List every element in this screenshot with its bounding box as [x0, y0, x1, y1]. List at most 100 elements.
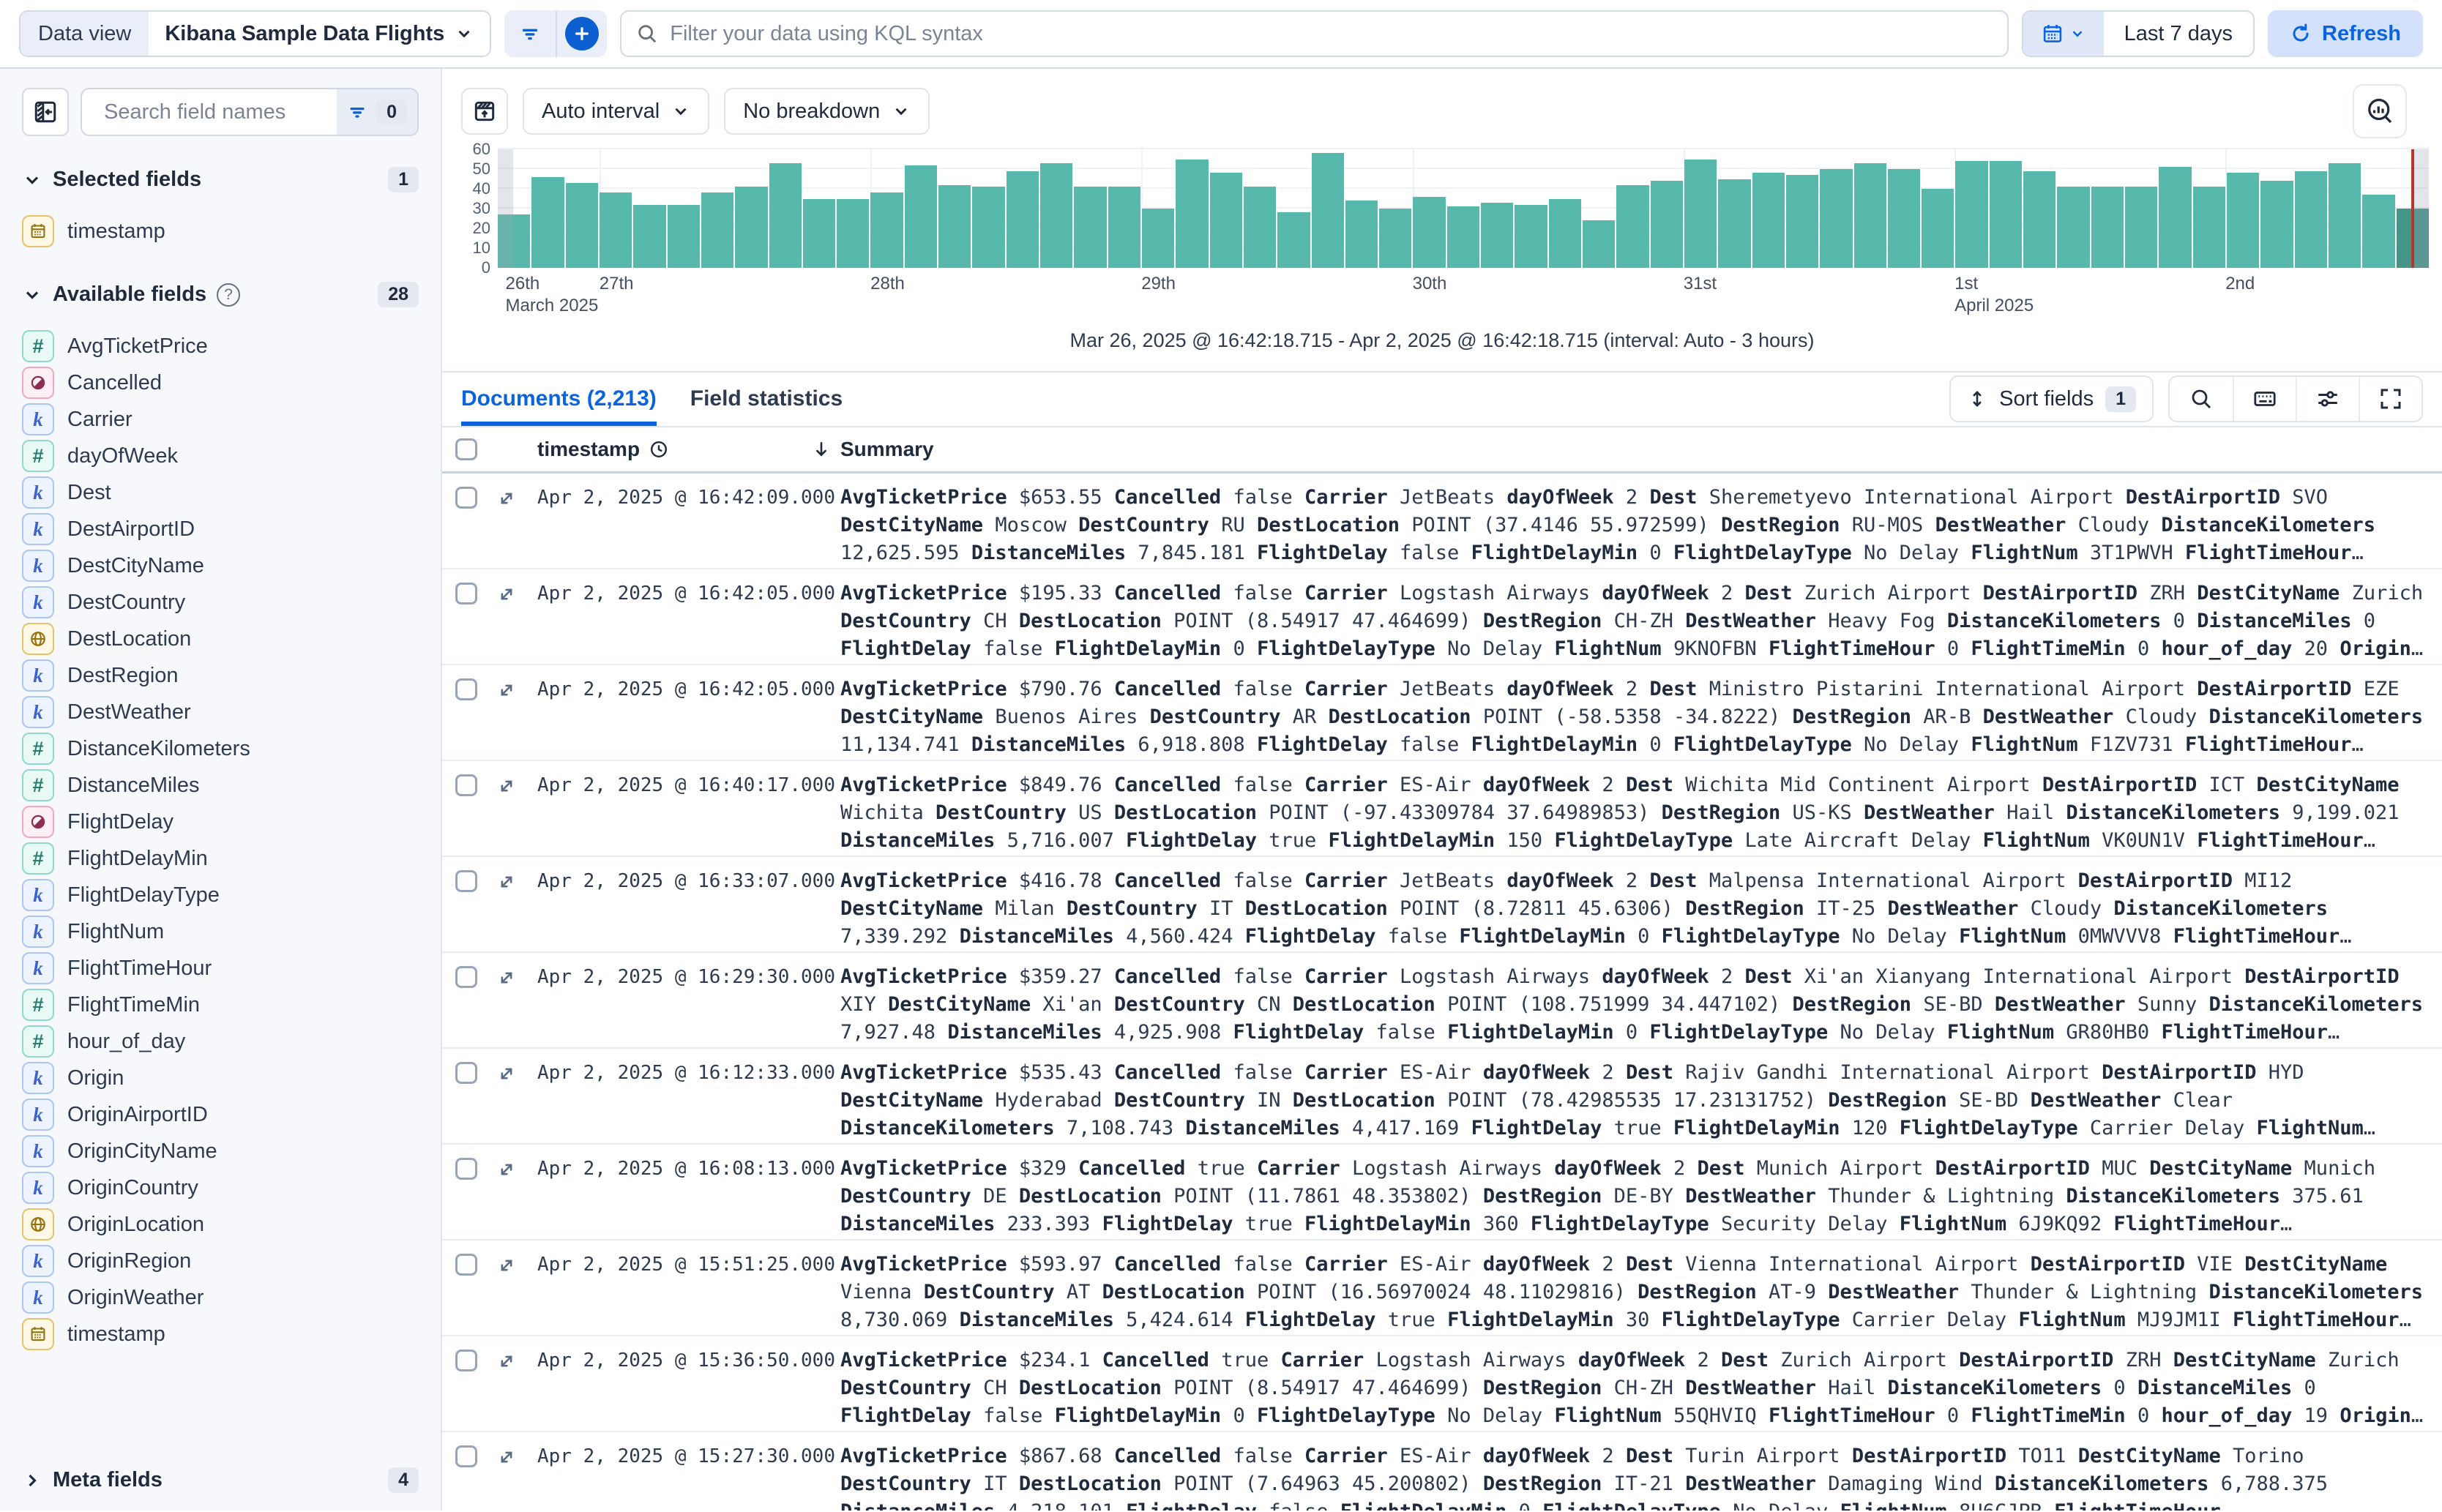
interval-select[interactable]: Auto interval [523, 88, 709, 135]
field-item-OriginWeather[interactable]: kOriginWeather [22, 1279, 419, 1316]
histogram-bar[interactable] [2329, 163, 2361, 268]
histogram-bar[interactable] [1244, 187, 1276, 268]
row-checkbox[interactable] [455, 1350, 477, 1371]
field-item-timestamp[interactable]: timestamp [22, 213, 419, 250]
histogram-bar[interactable] [2227, 173, 2259, 268]
field-item-FlightTimeMin[interactable]: #FlightTimeMin [22, 987, 419, 1023]
field-item-OriginRegion[interactable]: kOriginRegion [22, 1243, 419, 1279]
histogram-bar[interactable] [1210, 173, 1242, 268]
histogram-bar[interactable] [1583, 220, 1615, 268]
histogram-bar[interactable] [2091, 187, 2124, 268]
help-icon[interactable]: ? [217, 283, 240, 307]
field-item-DestWeather[interactable]: kDestWeather [22, 694, 419, 730]
field-item-Dest[interactable]: kDest [22, 474, 419, 511]
row-checkbox[interactable] [455, 1254, 477, 1276]
row-checkbox[interactable] [455, 774, 477, 796]
tab-field-statistics[interactable]: Field statistics [690, 373, 843, 426]
select-all-checkbox[interactable] [455, 438, 477, 460]
histogram-bar[interactable] [2023, 171, 2055, 268]
expand-row-button[interactable] [496, 680, 529, 700]
expand-row-button[interactable] [496, 1255, 529, 1276]
field-item-FlightDelayType[interactable]: kFlightDelayType [22, 877, 419, 913]
timestamp-column-header[interactable]: timestamp [537, 438, 640, 461]
histogram-bar[interactable] [938, 185, 971, 268]
field-item-OriginAirportID[interactable]: kOriginAirportID [22, 1096, 419, 1133]
field-item-DistanceMiles[interactable]: #DistanceMiles [22, 767, 419, 804]
histogram-bar[interactable] [803, 199, 835, 269]
histogram-bar[interactable] [1922, 189, 1954, 268]
row-checkbox[interactable] [455, 1445, 477, 1467]
field-item-DistanceKilometers[interactable]: #DistanceKilometers [22, 730, 419, 767]
expand-row-button[interactable] [496, 1447, 529, 1467]
histogram-bar[interactable] [1447, 206, 1479, 268]
field-search-input[interactable] [104, 100, 337, 124]
refresh-button[interactable]: Refresh [2268, 10, 2423, 57]
histogram-bar[interactable] [1718, 179, 1750, 269]
histogram-bar[interactable] [1820, 169, 1852, 268]
add-filter-button[interactable] [504, 10, 556, 57]
histogram-bar[interactable] [972, 187, 1004, 268]
histogram-bar[interactable] [1515, 205, 1547, 268]
row-checkbox[interactable] [455, 678, 477, 700]
kql-search-input[interactable] [670, 22, 1992, 46]
histogram-bar[interactable] [1007, 171, 1039, 268]
histogram-bar[interactable] [2295, 171, 2327, 268]
expand-row-button[interactable] [496, 1159, 529, 1180]
histogram-bar[interactable] [1616, 185, 1648, 268]
histogram-bar[interactable] [1752, 173, 1785, 268]
date-picker-quick-menu[interactable] [2023, 12, 2104, 56]
expand-row-button[interactable] [496, 968, 529, 988]
data-view-selector[interactable]: Kibana Sample Data Flights [149, 12, 490, 56]
field-item-FlightDelayMin[interactable]: #FlightDelayMin [22, 840, 419, 877]
row-checkbox[interactable] [455, 966, 477, 988]
expand-row-button[interactable] [496, 584, 529, 605]
display-options-button[interactable] [2296, 377, 2359, 421]
histogram-bar[interactable] [1176, 160, 1208, 269]
expand-row-button[interactable] [496, 488, 529, 509]
histogram-bar[interactable] [1955, 161, 1987, 268]
histogram-bar[interactable] [2159, 167, 2191, 268]
histogram-bar[interactable] [1481, 203, 1513, 268]
selected-fields-header[interactable]: Selected fields 1 [22, 167, 419, 192]
histogram-bar[interactable] [1074, 187, 1106, 268]
keyboard-shortcuts-button[interactable] [2233, 377, 2296, 421]
histogram-bar[interactable] [1108, 187, 1140, 268]
time-range-button[interactable]: Last 7 days [2104, 12, 2253, 56]
search-in-table-button[interactable] [2170, 377, 2233, 421]
field-item-AvgTicketPrice[interactable]: #AvgTicketPrice [22, 328, 419, 364]
histogram-bar[interactable] [870, 192, 903, 268]
field-item-dayOfWeek[interactable]: #dayOfWeek [22, 438, 419, 474]
histogram-bar[interactable] [600, 192, 632, 268]
histogram-bar[interactable] [837, 199, 869, 269]
histogram-bar[interactable] [1312, 153, 1344, 268]
field-item-hour_of_day[interactable]: #hour_of_day [22, 1023, 419, 1060]
histogram-bar[interactable] [1277, 212, 1310, 268]
histogram-bar[interactable] [2362, 195, 2394, 268]
field-item-FlightDelay[interactable]: FlightDelay [22, 804, 419, 840]
histogram-bar[interactable] [1345, 201, 1378, 268]
histogram-bar[interactable] [2057, 187, 2089, 268]
row-checkbox[interactable] [455, 583, 477, 605]
histogram-bar[interactable] [2260, 181, 2293, 268]
expand-row-button[interactable] [496, 776, 529, 796]
field-item-DestLocation[interactable]: DestLocation [22, 621, 419, 657]
histogram-bar[interactable] [1040, 163, 1072, 268]
row-checkbox[interactable] [455, 870, 477, 892]
expand-row-button[interactable] [496, 1063, 529, 1084]
field-item-OriginCityName[interactable]: kOriginCityName [22, 1133, 419, 1169]
histogram-bar[interactable] [566, 183, 598, 268]
row-checkbox[interactable] [455, 487, 477, 509]
field-filter-controls[interactable]: 0 [337, 89, 417, 135]
summary-column-header[interactable]: Summary [840, 438, 934, 460]
histogram-bar[interactable] [1990, 161, 2022, 268]
field-item-DestCountry[interactable]: kDestCountry [22, 584, 419, 621]
fullscreen-button[interactable] [2359, 377, 2422, 421]
histogram-bar[interactable] [1549, 199, 1581, 269]
field-item-FlightNum[interactable]: kFlightNum [22, 913, 419, 950]
histogram-bar[interactable] [1888, 169, 1920, 268]
field-item-Carrier[interactable]: kCarrier [22, 401, 419, 438]
histogram-bar[interactable] [905, 165, 937, 268]
histogram-bar[interactable] [531, 177, 564, 268]
field-item-DestRegion[interactable]: kDestRegion [22, 657, 419, 694]
field-item-DestAirportID[interactable]: kDestAirportID [22, 511, 419, 547]
